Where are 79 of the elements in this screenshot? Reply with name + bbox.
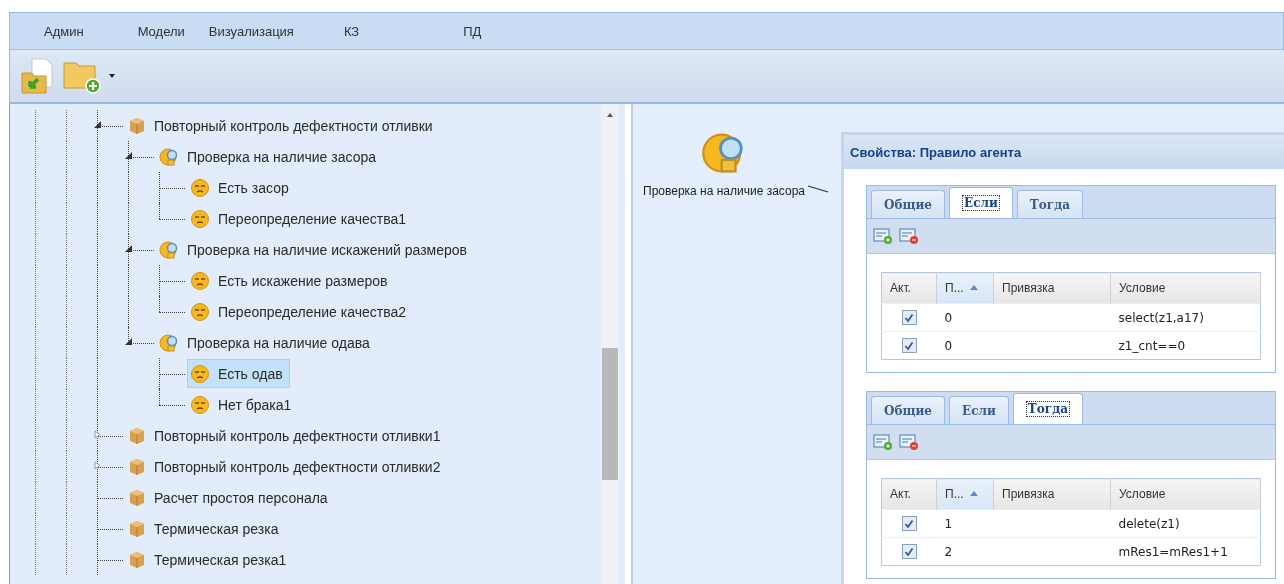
menu-item[interactable]: Админ: [44, 23, 84, 39]
smiley-magnifier-icon: [159, 332, 179, 353]
tree-item[interactable]: Нет брака1: [187, 390, 299, 419]
column-header[interactable]: Привязка: [993, 272, 1111, 304]
smiley-magnifier-icon: [159, 146, 179, 167]
panel-title: Свойства: Правило агента: [850, 144, 1022, 160]
tab[interactable]: Общие: [871, 396, 945, 424]
tree-item[interactable]: Термическая резка: [125, 514, 286, 543]
checkbox[interactable]: [901, 516, 917, 531]
tab[interactable]: Если: [949, 396, 1009, 424]
table-cell: delete(z1): [1118, 516, 1180, 531]
tree-item[interactable]: Повторный контроль дефектности отливки1: [125, 421, 448, 450]
menu-item[interactable]: ПД: [463, 23, 482, 39]
expanded-triangle-icon[interactable]: [124, 244, 133, 253]
table-cell: z1_cnt==0: [1118, 338, 1186, 353]
delete-row-icon[interactable]: [899, 433, 920, 451]
connector-line: [807, 185, 830, 193]
column-header[interactable]: Условие: [1110, 272, 1261, 304]
column-header[interactable]: П...: [936, 478, 994, 510]
table-cell: mRes1=mRes1+1: [1118, 544, 1228, 559]
tree-item[interactable]: Проверка на наличие одава: [156, 328, 377, 357]
column-header[interactable]: Условие: [1110, 478, 1261, 510]
expanded-triangle-icon[interactable]: [124, 337, 133, 346]
column-header[interactable]: Привязка: [993, 478, 1111, 510]
tab[interactable]: Общие: [871, 190, 945, 218]
column-header[interactable]: Акт.: [881, 478, 937, 510]
column-header[interactable]: П...: [936, 272, 994, 304]
scrollbar[interactable]: [601, 104, 619, 584]
checkbox[interactable]: [901, 544, 917, 559]
smiley-icon: [190, 363, 210, 384]
package-icon: [128, 488, 146, 507]
tree-item[interactable]: Есть засор: [187, 173, 296, 202]
table-cell: 2: [944, 544, 953, 559]
smiley-icon: [190, 301, 210, 322]
table-cell: 1: [944, 516, 953, 531]
table-cell: select(z1,a17): [1118, 310, 1204, 325]
package-icon: [128, 550, 146, 569]
smiley-icon: [190, 270, 210, 291]
node-label: Проверка на наличие засора: [643, 184, 806, 198]
tree-item[interactable]: Повторный контроль дефектности отливки2: [125, 452, 448, 481]
tree-item[interactable]: Повторный контроль дефектности отливки: [125, 111, 440, 140]
checkbox[interactable]: [901, 338, 917, 353]
expanded-triangle-icon[interactable]: [93, 120, 102, 129]
expanded-triangle-icon[interactable]: [124, 151, 133, 160]
tree-item[interactable]: Термическая резка1: [125, 545, 294, 574]
menu-item[interactable]: Визуализация: [208, 23, 294, 39]
tab[interactable]: Тогда: [1012, 393, 1083, 424]
package-icon: [128, 457, 146, 476]
smiley-icon: [190, 208, 210, 229]
scrollbar-thumb[interactable]: [602, 348, 618, 480]
table-cell: 0: [944, 310, 953, 325]
package-icon: [128, 519, 146, 538]
tree-item[interactable]: Проверка на наличие засора: [156, 142, 384, 171]
tree-item[interactable]: Переопределение качества2: [187, 297, 413, 326]
caret-icon[interactable]: [108, 73, 116, 79]
smiley-magnifier-icon: [159, 239, 179, 260]
package-icon: [128, 426, 146, 445]
delete-row-icon[interactable]: [899, 227, 920, 245]
sort-ascending-icon: [969, 284, 978, 290]
collapsed-triangle-icon[interactable]: [93, 461, 102, 470]
scroll-up-icon[interactable]: [606, 112, 614, 118]
import-folder-icon[interactable]: [20, 57, 56, 95]
tab[interactable]: Если: [949, 187, 1013, 218]
tree-item[interactable]: Есть искажение размеров: [187, 266, 395, 295]
tab[interactable]: Тогда: [1016, 190, 1083, 218]
menu-item[interactable]: Модели: [137, 23, 185, 39]
tree-item[interactable]: Расчет простоя персонала: [125, 483, 335, 512]
column-header[interactable]: Акт.: [881, 272, 937, 304]
tree-item[interactable]: Есть одав: [187, 359, 290, 388]
sort-ascending-icon: [969, 490, 978, 496]
tree-item[interactable]: Переопределение качества1: [187, 204, 413, 233]
table-cell: 0: [944, 338, 953, 353]
checkbox[interactable]: [901, 310, 917, 325]
menu-item[interactable]: КЗ: [343, 23, 360, 39]
smiley-icon: [190, 177, 210, 198]
package-icon: [128, 116, 146, 135]
smiley-icon: [190, 394, 210, 415]
collapsed-triangle-icon[interactable]: [93, 430, 102, 439]
tree-item[interactable]: Проверка на наличие искажений размеров: [156, 235, 474, 264]
